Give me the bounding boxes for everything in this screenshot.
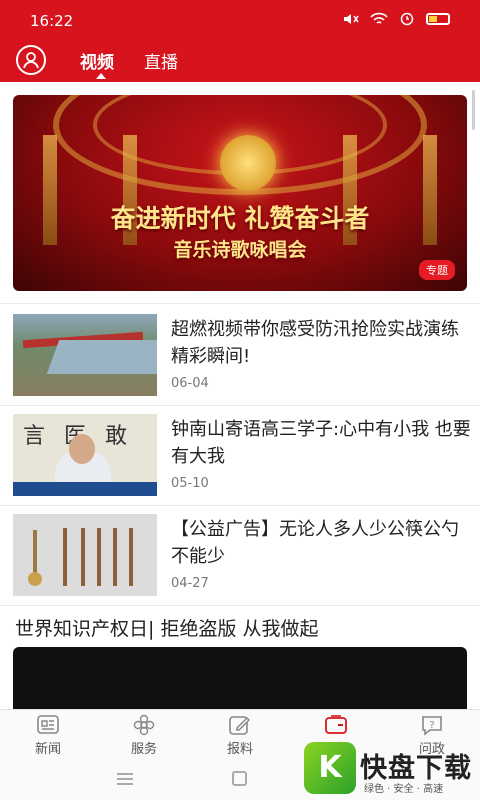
divider <box>0 605 480 606</box>
list-item[interactable]: 言 医 敢 钟南山寄语高三学子:心中有小我 也要有大我 05-10 <box>13 414 471 498</box>
list-item[interactable]: 超燃视频带你感受防汛抢险实战演练精彩瞬间! 06-04 <box>13 314 467 398</box>
watermark: K 快盘下载 绿色 · 安全 · 高速 <box>304 738 474 796</box>
divider <box>0 303 480 304</box>
hero-banner[interactable]: 奋进新时代 礼赞奋斗者 音乐诗歌咏唱会 专题 <box>13 95 467 291</box>
home-icon[interactable] <box>232 771 247 786</box>
thumb-chopstick <box>81 528 85 586</box>
divider <box>0 505 480 506</box>
watermark-subtext: 绿色 · 安全 · 高速 <box>364 784 444 795</box>
status-time: 16:22 <box>30 12 74 30</box>
nav-item-services[interactable]: 服务 <box>96 710 192 762</box>
thumb-head <box>69 434 95 464</box>
featured-video-player[interactable] <box>13 647 467 713</box>
user-icon <box>23 52 39 69</box>
hero-subtitle: 音乐诗歌咏唱会 <box>173 239 307 261</box>
watermark-logo: K <box>304 742 356 794</box>
thumb-chopstick <box>63 528 67 586</box>
svg-text:?: ? <box>429 720 434 731</box>
question-icon: ? <box>422 716 442 736</box>
nav-label: 报料 <box>226 742 253 757</box>
alarm-icon <box>400 12 414 26</box>
featured-video-title[interactable]: 世界知识产权日| 拒绝盗版 从我做起 <box>15 614 318 641</box>
tab-indicator <box>96 73 106 79</box>
nav-item-news[interactable]: 新闻 <box>0 710 96 762</box>
item-title: 超燃视频带你感受防汛抢险实战演练精彩瞬间! <box>171 319 459 367</box>
thumb-caption-bar <box>13 482 157 496</box>
video-thumbnail: 言 医 敢 <box>13 414 157 496</box>
edit-icon <box>229 716 251 735</box>
thumb-chopstick <box>97 528 101 586</box>
item-title: 【公益广告】无论人多人少公筷公勺不能少 <box>171 519 459 567</box>
hero-title: 奋进新时代 礼赞奋斗者 <box>110 204 370 233</box>
item-date: 04-27 <box>171 576 209 591</box>
top-nav: 视频 直播 <box>0 44 480 82</box>
item-date: 06-04 <box>171 376 209 391</box>
news-icon <box>37 715 59 734</box>
hero-emblem <box>220 135 276 191</box>
battery-icon <box>426 13 450 25</box>
nav-label: 服务 <box>130 742 157 757</box>
scrollbar[interactable] <box>472 90 475 130</box>
thumb-spoon-bowl <box>28 572 42 586</box>
tab-video[interactable]: 视频 <box>80 48 114 73</box>
topic-badge: 专题 <box>419 260 455 280</box>
status-icons <box>342 12 450 26</box>
nav-item-report[interactable]: 报料 <box>192 710 288 762</box>
video-icon <box>325 715 347 734</box>
list-item[interactable]: 【公益广告】无论人多人少公筷公勺不能少 04-27 <box>13 514 467 598</box>
video-thumbnail <box>13 314 157 396</box>
thumb-chopstick <box>129 528 133 586</box>
wifi-icon <box>370 12 388 24</box>
user-avatar-button[interactable] <box>16 45 46 75</box>
thumb-water <box>46 340 157 374</box>
thumb-spoon <box>33 530 37 576</box>
video-thumbnail <box>13 514 157 596</box>
item-title: 钟南山寄语高三学子:心中有小我 也要有大我 <box>171 419 471 467</box>
mute-icon <box>344 14 359 24</box>
item-date: 05-10 <box>171 476 209 491</box>
divider <box>0 405 480 406</box>
tab-live[interactable]: 直播 <box>144 48 178 73</box>
thumb-chopstick <box>113 528 117 586</box>
status-bar: 16:22 <box>0 0 480 44</box>
menu-icon[interactable] <box>117 773 133 785</box>
nav-label: 新闻 <box>34 742 61 757</box>
flower-icon <box>133 714 155 736</box>
